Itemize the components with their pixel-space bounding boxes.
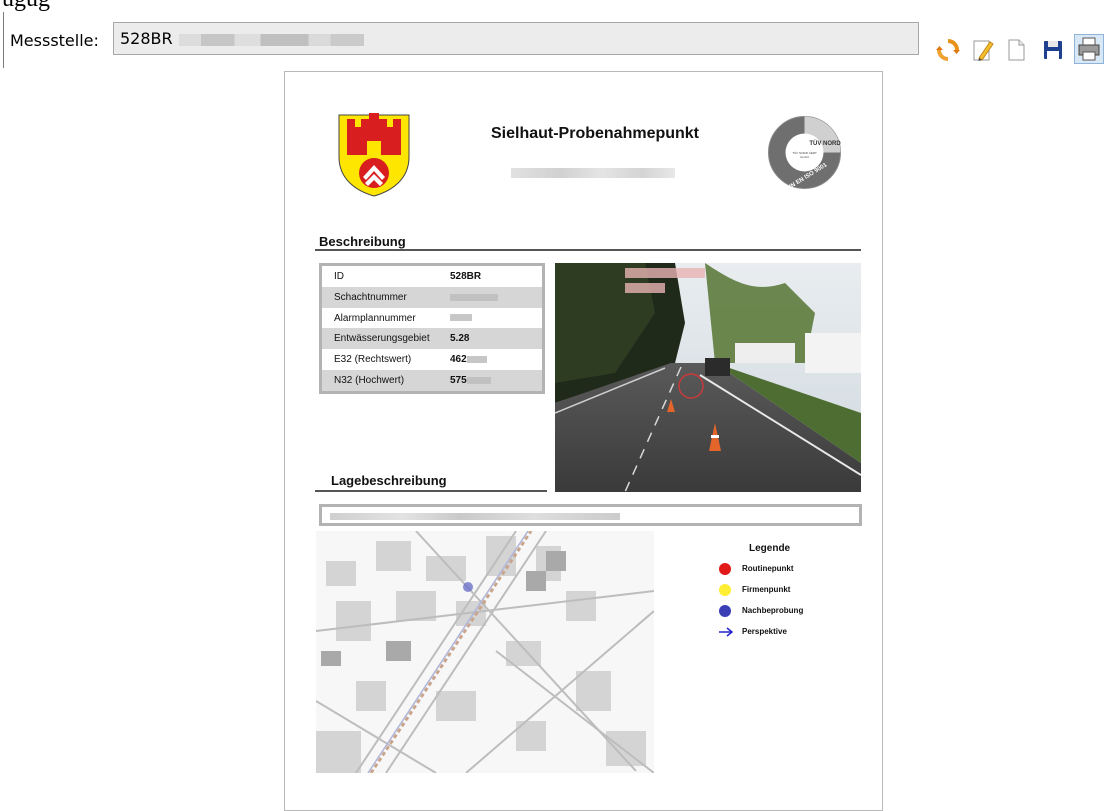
row-label: E32 (Rechtswert) bbox=[334, 354, 412, 366]
table-row: Entwässerungsgebiet 5.28 bbox=[322, 328, 542, 350]
location-description-box bbox=[319, 504, 862, 526]
refresh-icon[interactable] bbox=[936, 38, 960, 62]
row-value: 462 bbox=[450, 354, 487, 365]
section-heading-lagebeschreibung: Lagebeschreibung bbox=[331, 473, 447, 488]
row-value: 5.28 bbox=[450, 333, 470, 345]
messstelle-value: 528BR bbox=[120, 29, 173, 48]
table-row: Schachtnummer bbox=[322, 286, 542, 308]
red-dot-icon bbox=[718, 562, 732, 576]
row-label: Schachtnummer bbox=[334, 291, 407, 303]
document-title: Sielhaut-Probenahmepunkt bbox=[490, 125, 700, 142]
report-page: Sielhaut-Probenahmepunkt TÜV NORD TÜV NO… bbox=[284, 71, 883, 811]
row-value-redacted bbox=[450, 313, 472, 324]
edit-icon[interactable] bbox=[971, 38, 995, 62]
row-label: Entwässerungsgebiet bbox=[334, 333, 430, 345]
blue-dot-icon bbox=[718, 604, 732, 618]
row-value-redacted bbox=[450, 292, 498, 303]
redacted-location-description bbox=[330, 513, 620, 520]
description-table: ID 528BR Schachtnummer Alarmplannummer E… bbox=[319, 263, 545, 394]
yellow-dot-icon bbox=[718, 583, 732, 597]
toolbar-divider bbox=[3, 12, 4, 68]
new-document-icon[interactable] bbox=[1004, 38, 1028, 62]
location-map bbox=[316, 531, 654, 773]
legend-title: Legende bbox=[749, 543, 791, 554]
toolbar: Messstelle: 528BR bbox=[0, 12, 1107, 68]
table-row: N32 (Hochwert) 575 bbox=[322, 369, 542, 391]
section-heading-beschreibung: Beschreibung bbox=[319, 234, 406, 249]
cut-off-window-title: ügüg bbox=[2, 0, 50, 11]
city-coat-of-arms bbox=[337, 113, 411, 197]
section-divider bbox=[315, 249, 861, 251]
seal-line2: GmbH bbox=[800, 155, 809, 159]
row-value: 528BR bbox=[450, 271, 482, 282]
row-label: Alarmplannummer bbox=[334, 312, 416, 324]
messstelle-label: Messstelle: bbox=[10, 31, 99, 50]
row-value: 575 bbox=[450, 375, 491, 386]
row-label: N32 (Hochwert) bbox=[334, 374, 405, 386]
table-row: Alarmplannummer bbox=[322, 308, 542, 329]
redacted-name bbox=[178, 33, 364, 46]
location-photo bbox=[555, 263, 861, 492]
messstelle-field[interactable]: 528BR bbox=[113, 22, 919, 55]
section-divider bbox=[315, 490, 547, 492]
seal-brand: TÜV NORD bbox=[809, 140, 841, 147]
table-row: E32 (Rechtswert) 462 bbox=[322, 349, 542, 370]
redacted-location-name bbox=[511, 168, 675, 178]
row-label: ID bbox=[334, 271, 344, 282]
certification-seal: TÜV NORD TÜV NORD CERT GmbH DIN EN ISO 9… bbox=[767, 114, 842, 192]
table-row: ID 528BR bbox=[322, 266, 542, 287]
print-icon[interactable] bbox=[1074, 34, 1104, 64]
arrow-right-icon bbox=[718, 625, 734, 639]
save-icon[interactable] bbox=[1041, 38, 1065, 62]
